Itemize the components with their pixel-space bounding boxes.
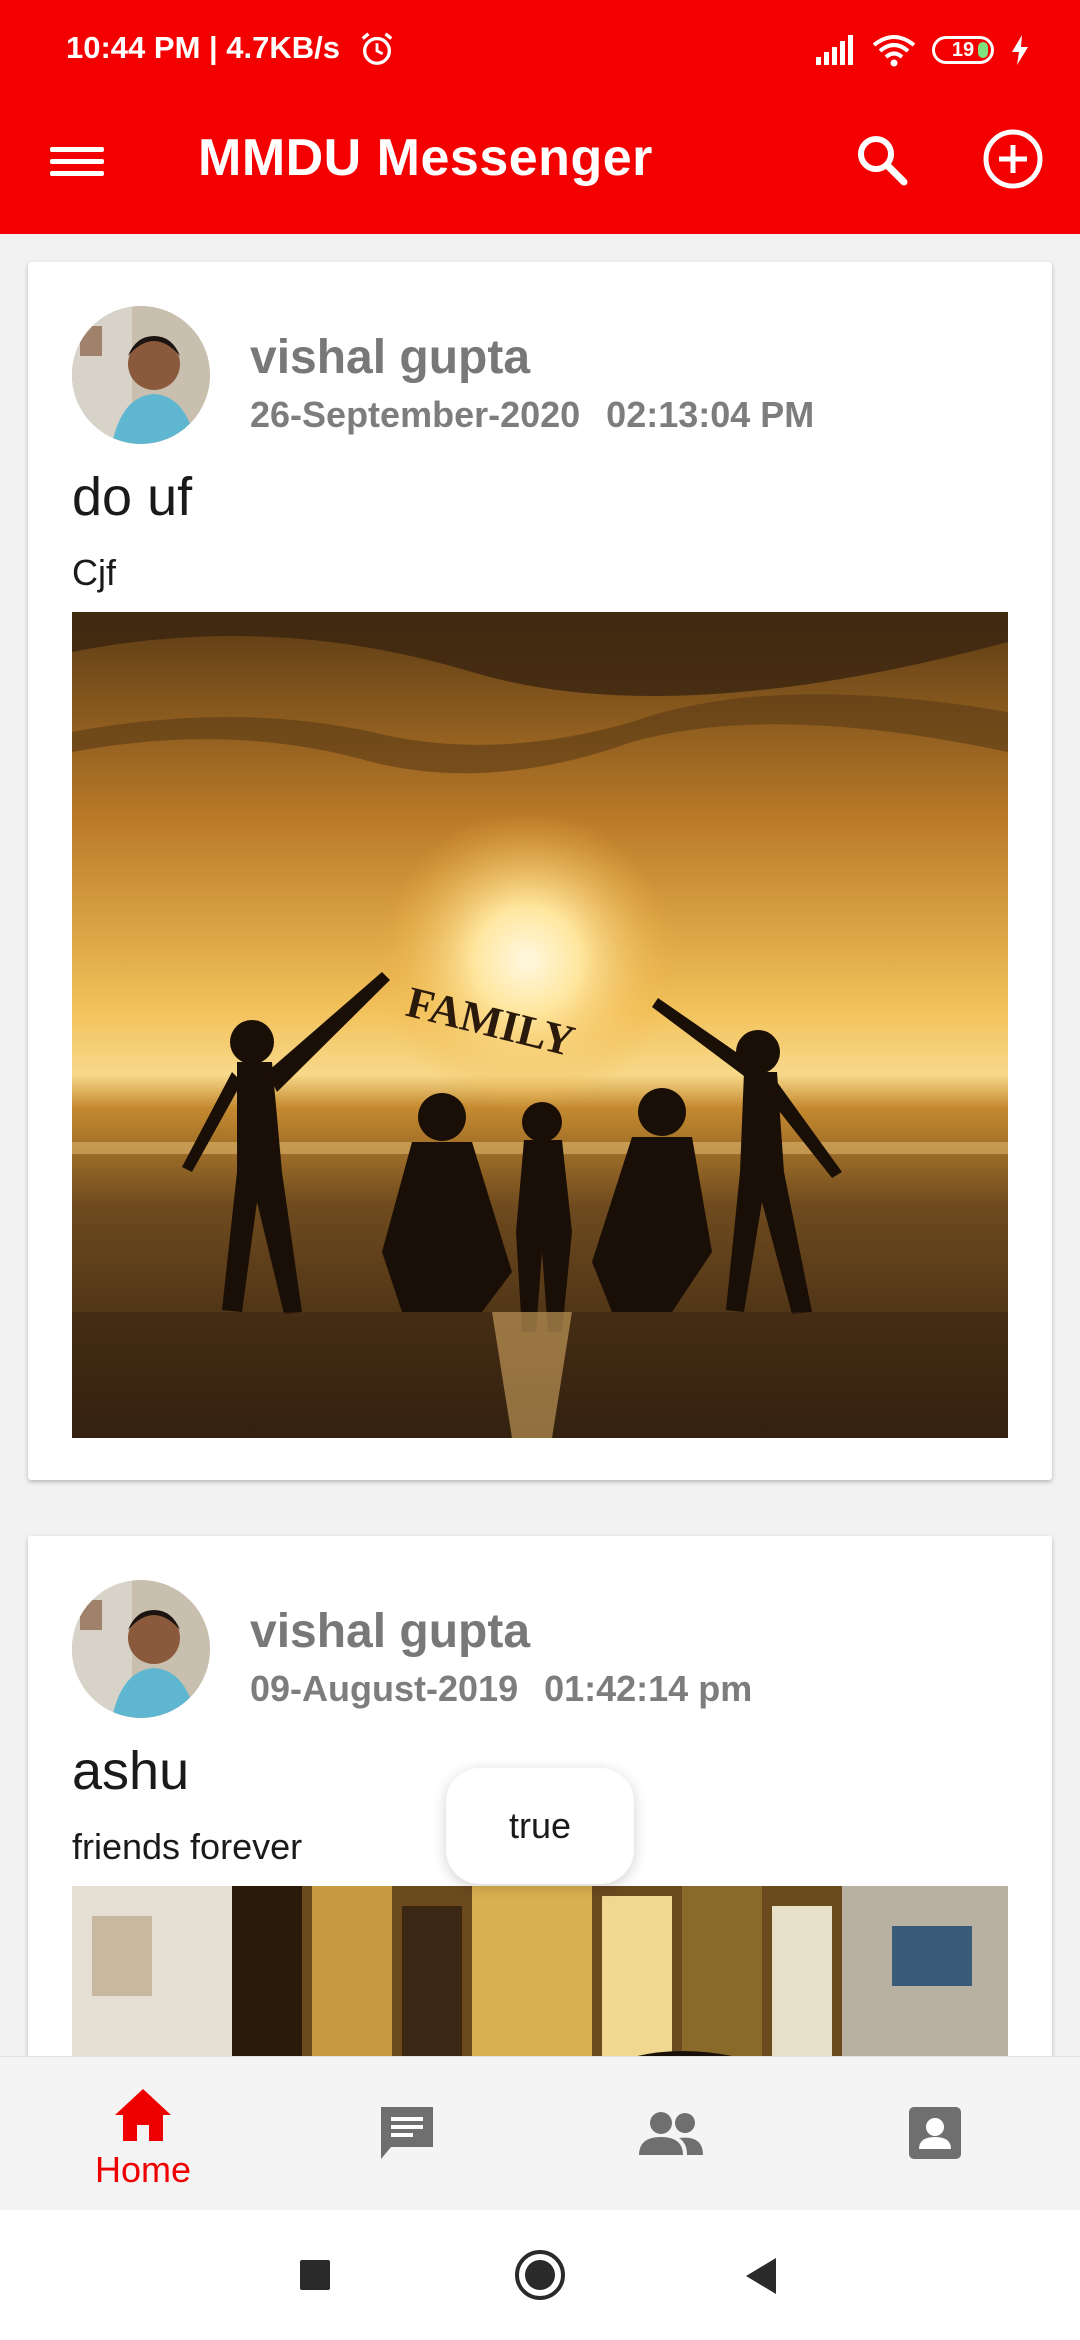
post-title: ashu bbox=[72, 1741, 190, 1801]
post-timestamp: 26-September-2020 02:13:04 PM bbox=[250, 394, 814, 436]
chat-icon bbox=[381, 2107, 433, 2159]
post-time: 01:42:14 pm bbox=[544, 1668, 753, 1709]
post-date: 09-August-2019 bbox=[250, 1668, 519, 1709]
status-bar: 10:44 PM | 4.7KB/s 19 bbox=[0, 0, 1080, 100]
post-timestamp: 09-August-2019 01:42:14 pm bbox=[250, 1668, 752, 1710]
nav-item-profile[interactable] bbox=[800, 2057, 1070, 2211]
nav-item-chats[interactable] bbox=[272, 2057, 542, 2211]
status-icons: 19 bbox=[816, 28, 1030, 72]
nav-item-friends[interactable] bbox=[536, 2057, 806, 2211]
post-description: Cjf bbox=[72, 552, 116, 593]
status-time: 10:44 PM | 4.7KB/s bbox=[66, 30, 341, 65]
top-bar: 10:44 PM | 4.7KB/s 19 MMDU Messenger bbox=[0, 0, 1080, 234]
app-title: MMDU Messenger bbox=[198, 129, 653, 187]
home-icon bbox=[115, 2089, 171, 2141]
battery-level: 19 bbox=[951, 38, 975, 61]
author-avatar[interactable] bbox=[72, 306, 210, 444]
system-nav-bar bbox=[0, 2210, 1080, 2340]
toast-message: true bbox=[446, 1768, 634, 1884]
alarm-icon bbox=[361, 32, 393, 65]
add-post-icon[interactable] bbox=[980, 126, 1046, 192]
menu-button[interactable] bbox=[50, 140, 104, 194]
battery-icon: 19 bbox=[932, 36, 994, 64]
app-bar: MMDU Messenger bbox=[0, 100, 1080, 234]
post-card[interactable]: vishal gupta 26-September-2020 02:13:04 P… bbox=[28, 262, 1052, 1480]
post-time: 02:13:04 PM bbox=[606, 394, 815, 435]
home-button-icon[interactable] bbox=[513, 2248, 567, 2302]
wifi-icon bbox=[872, 35, 916, 67]
post-title: do uf bbox=[72, 467, 193, 527]
profile-icon bbox=[909, 2107, 961, 2159]
charging-icon bbox=[1012, 35, 1028, 65]
nav-item-home[interactable]: Home bbox=[8, 2057, 278, 2211]
people-icon bbox=[639, 2112, 703, 2155]
post-image[interactable]: FAMILY bbox=[72, 612, 1008, 1438]
bottom-nav: Home bbox=[0, 2056, 1080, 2211]
signal-icon bbox=[816, 35, 853, 65]
back-icon[interactable] bbox=[742, 2256, 780, 2296]
post-author: vishal gupta bbox=[250, 1605, 531, 1658]
nav-label-home: Home bbox=[94, 2149, 192, 2190]
post-date: 26-September-2020 bbox=[250, 394, 581, 435]
recents-icon[interactable] bbox=[298, 2258, 332, 2292]
post-description: friends forever bbox=[72, 1826, 303, 1867]
post-author: vishal gupta bbox=[250, 331, 531, 384]
search-icon[interactable] bbox=[852, 130, 912, 190]
author-avatar[interactable] bbox=[72, 1580, 210, 1718]
